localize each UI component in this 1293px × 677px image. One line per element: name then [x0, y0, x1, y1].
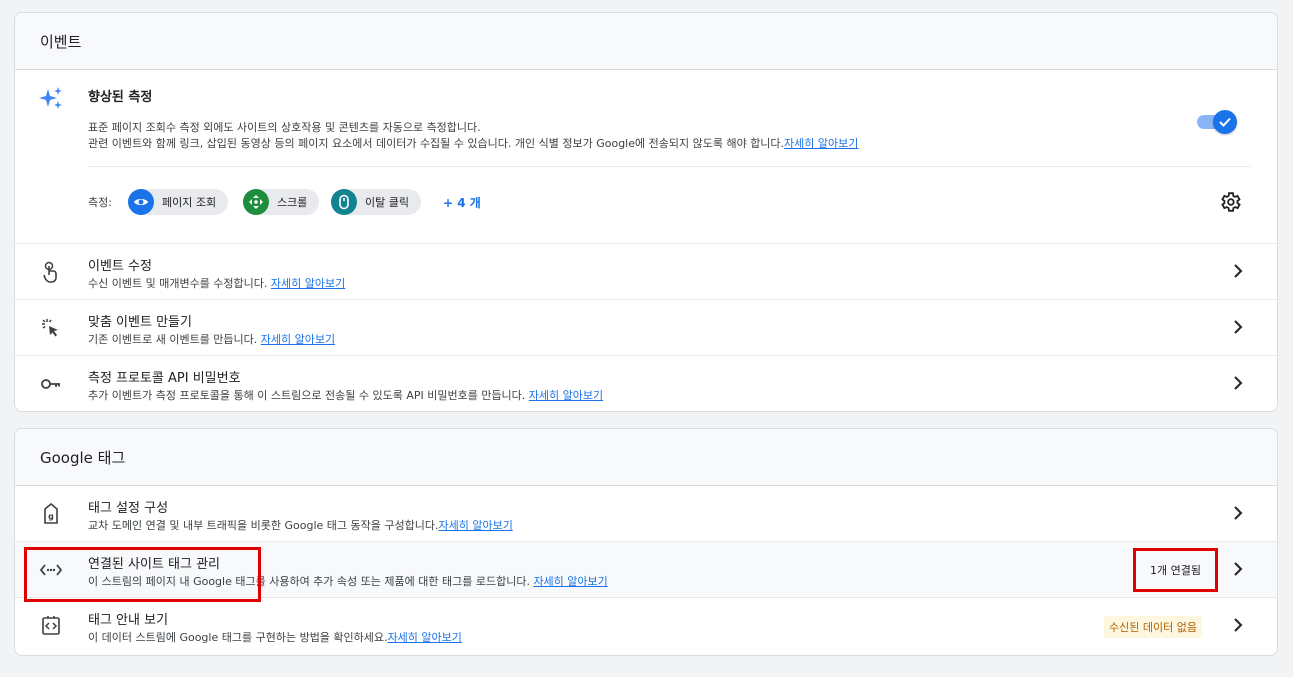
enhanced-measurement-toggle[interactable] — [1197, 110, 1237, 134]
row-description: 수신 이벤트 및 매개변수를 수정합니다. 자세히 알아보기 — [88, 275, 345, 291]
code-box-icon — [39, 614, 63, 638]
chip-label: 이탈 클릭 — [365, 196, 409, 209]
scroll-crosshair-icon — [243, 189, 269, 215]
chevron-right-icon — [1228, 317, 1248, 337]
row-title: 태그 안내 보기 — [88, 613, 169, 628]
learn-more-link[interactable]: 자세히 알아보기 — [439, 519, 513, 532]
row-description-text: 이 데이터 스트림에 Google 태그를 구현하는 방법을 확인하세요. — [88, 631, 388, 644]
learn-more-link[interactable]: 자세히 알아보기 — [261, 333, 335, 346]
row-title: 연결된 사이트 태그 관리 — [88, 557, 220, 572]
description-line-1: 표준 페이지 조회수 측정 외에도 사이트의 상호작용 및 콘텐츠를 자동으로 … — [88, 121, 481, 134]
row-description-text: 교차 도메인 연결 및 내부 트래픽을 비롯한 Google 태그 동작을 구성… — [88, 519, 439, 532]
chevron-right-icon — [1228, 373, 1248, 393]
check-icon — [1213, 110, 1237, 134]
row-description: 교차 도메인 연결 및 내부 트래픽을 비롯한 Google 태그 동작을 구성… — [88, 517, 513, 533]
row-description-text: 기존 이벤트로 새 이벤트를 만듭니다. — [88, 333, 261, 346]
row-description: 추가 이벤트가 측정 프로토콜을 통해 이 스트림으로 전송될 수 있도록 AP… — [88, 387, 603, 403]
chip-page-view[interactable]: 페이지 조회 — [128, 189, 229, 215]
events-card: 이벤트 향상된 측정 표준 페이지 조회수 측정 외에도 사이트의 상호작용 및… — [14, 12, 1278, 412]
eye-icon — [128, 189, 154, 215]
click-sparkle-icon — [39, 316, 63, 340]
connected-count-badge: 1개 연결됨 — [1150, 564, 1201, 577]
chevron-right-icon — [1228, 559, 1248, 579]
learn-more-link[interactable]: 자세히 알아보기 — [784, 137, 858, 150]
sparkle-icon — [39, 86, 65, 116]
row-measurement-protocol-api[interactable]: 측정 프로토콜 API 비밀번호 추가 이벤트가 측정 프로토콜을 통해 이 스… — [15, 356, 1277, 411]
more-chips-link[interactable]: + 4 개 — [443, 194, 481, 211]
chevron-right-icon — [1228, 615, 1248, 635]
google-tag-card: Google 태그 g 태그 설정 구성 교차 도메인 연결 및 내부 트래픽을… — [14, 428, 1278, 656]
google-tag-header: Google 태그 — [15, 429, 1277, 486]
svg-text:g: g — [48, 512, 54, 521]
row-description: 이 데이터 스트림에 Google 태그를 구현하는 방법을 확인하세요.자세히… — [88, 629, 462, 645]
description-line-2: 관련 이벤트와 함께 링크, 삽입된 동영상 등의 페이지 요소에서 데이터가 … — [88, 136, 858, 152]
enhanced-measurement-description: 표준 페이지 조회수 측정 외에도 사이트의 상호작용 및 콘텐츠를 자동으로 … — [88, 120, 858, 152]
chevron-right-icon — [1228, 503, 1248, 523]
chip-label: 페이지 조회 — [162, 196, 217, 209]
touch-hand-icon — [39, 260, 63, 284]
learn-more-link[interactable]: 자세히 알아보기 — [271, 277, 345, 290]
description-line-2-text: 관련 이벤트와 함께 링크, 삽입된 동영상 등의 페이지 요소에서 데이터가 … — [88, 137, 785, 150]
row-description-text: 추가 이벤트가 측정 프로토콜을 통해 이 스트림으로 전송될 수 있도록 AP… — [88, 389, 529, 402]
chip-scroll[interactable]: 스크롤 — [243, 189, 320, 215]
row-title: 측정 프로토콜 API 비밀번호 — [88, 371, 241, 386]
row-title: 맞춤 이벤트 만들기 — [88, 315, 192, 330]
row-description: 이 스트림의 페이지 내 Google 태그를 사용하여 추가 속성 또는 제품… — [88, 573, 608, 589]
measure-label: 측정: — [88, 196, 112, 209]
chip-outbound-click[interactable]: 이탈 클릭 — [331, 189, 421, 215]
row-description-text: 수신 이벤트 및 매개변수를 수정합니다. — [88, 277, 271, 290]
gear-icon[interactable] — [1218, 190, 1242, 214]
row-modify-events[interactable]: 이벤트 수정 수신 이벤트 및 매개변수를 수정합니다. 자세히 알아보기 — [15, 244, 1277, 300]
learn-more-link[interactable]: 자세히 알아보기 — [388, 631, 462, 644]
enhanced-measurement-section: 향상된 측정 표준 페이지 조회수 측정 외에도 사이트의 상호작용 및 콘텐츠… — [15, 70, 1277, 244]
row-title: 이벤트 수정 — [88, 259, 152, 274]
learn-more-link[interactable]: 자세히 알아보기 — [529, 389, 603, 402]
learn-more-link[interactable]: 자세히 알아보기 — [533, 575, 607, 588]
row-manage-connected-site-tags[interactable]: 연결된 사이트 태그 관리 이 스트림의 페이지 내 Google 태그를 사용… — [15, 542, 1277, 598]
row-create-custom-events[interactable]: 맞춤 이벤트 만들기 기존 이벤트로 새 이벤트를 만듭니다. 자세히 알아보기 — [15, 300, 1277, 356]
code-icon — [39, 558, 63, 582]
row-description-text: 이 스트림의 페이지 내 Google 태그를 사용하여 추가 속성 또는 제품… — [88, 575, 534, 588]
row-configure-tag-settings[interactable]: g 태그 설정 구성 교차 도메인 연결 및 내부 트래픽을 비롯한 Googl… — [15, 486, 1277, 542]
row-title: 태그 설정 구성 — [88, 501, 169, 516]
no-data-badge: 수신된 데이터 없음 — [1104, 616, 1202, 638]
chip-label: 스크롤 — [277, 196, 308, 209]
mouse-icon — [331, 189, 357, 215]
row-view-tag-instructions[interactable]: 태그 안내 보기 이 데이터 스트림에 Google 태그를 구현하는 방법을 … — [15, 598, 1277, 654]
tag-icon: g — [39, 502, 63, 526]
key-icon — [39, 372, 63, 396]
row-description: 기존 이벤트로 새 이벤트를 만듭니다. 자세히 알아보기 — [88, 331, 335, 347]
chevron-right-icon — [1228, 261, 1248, 281]
divider — [88, 166, 1251, 167]
enhanced-measurement-title: 향상된 측정 — [88, 90, 153, 105]
events-header: 이벤트 — [15, 13, 1277, 70]
